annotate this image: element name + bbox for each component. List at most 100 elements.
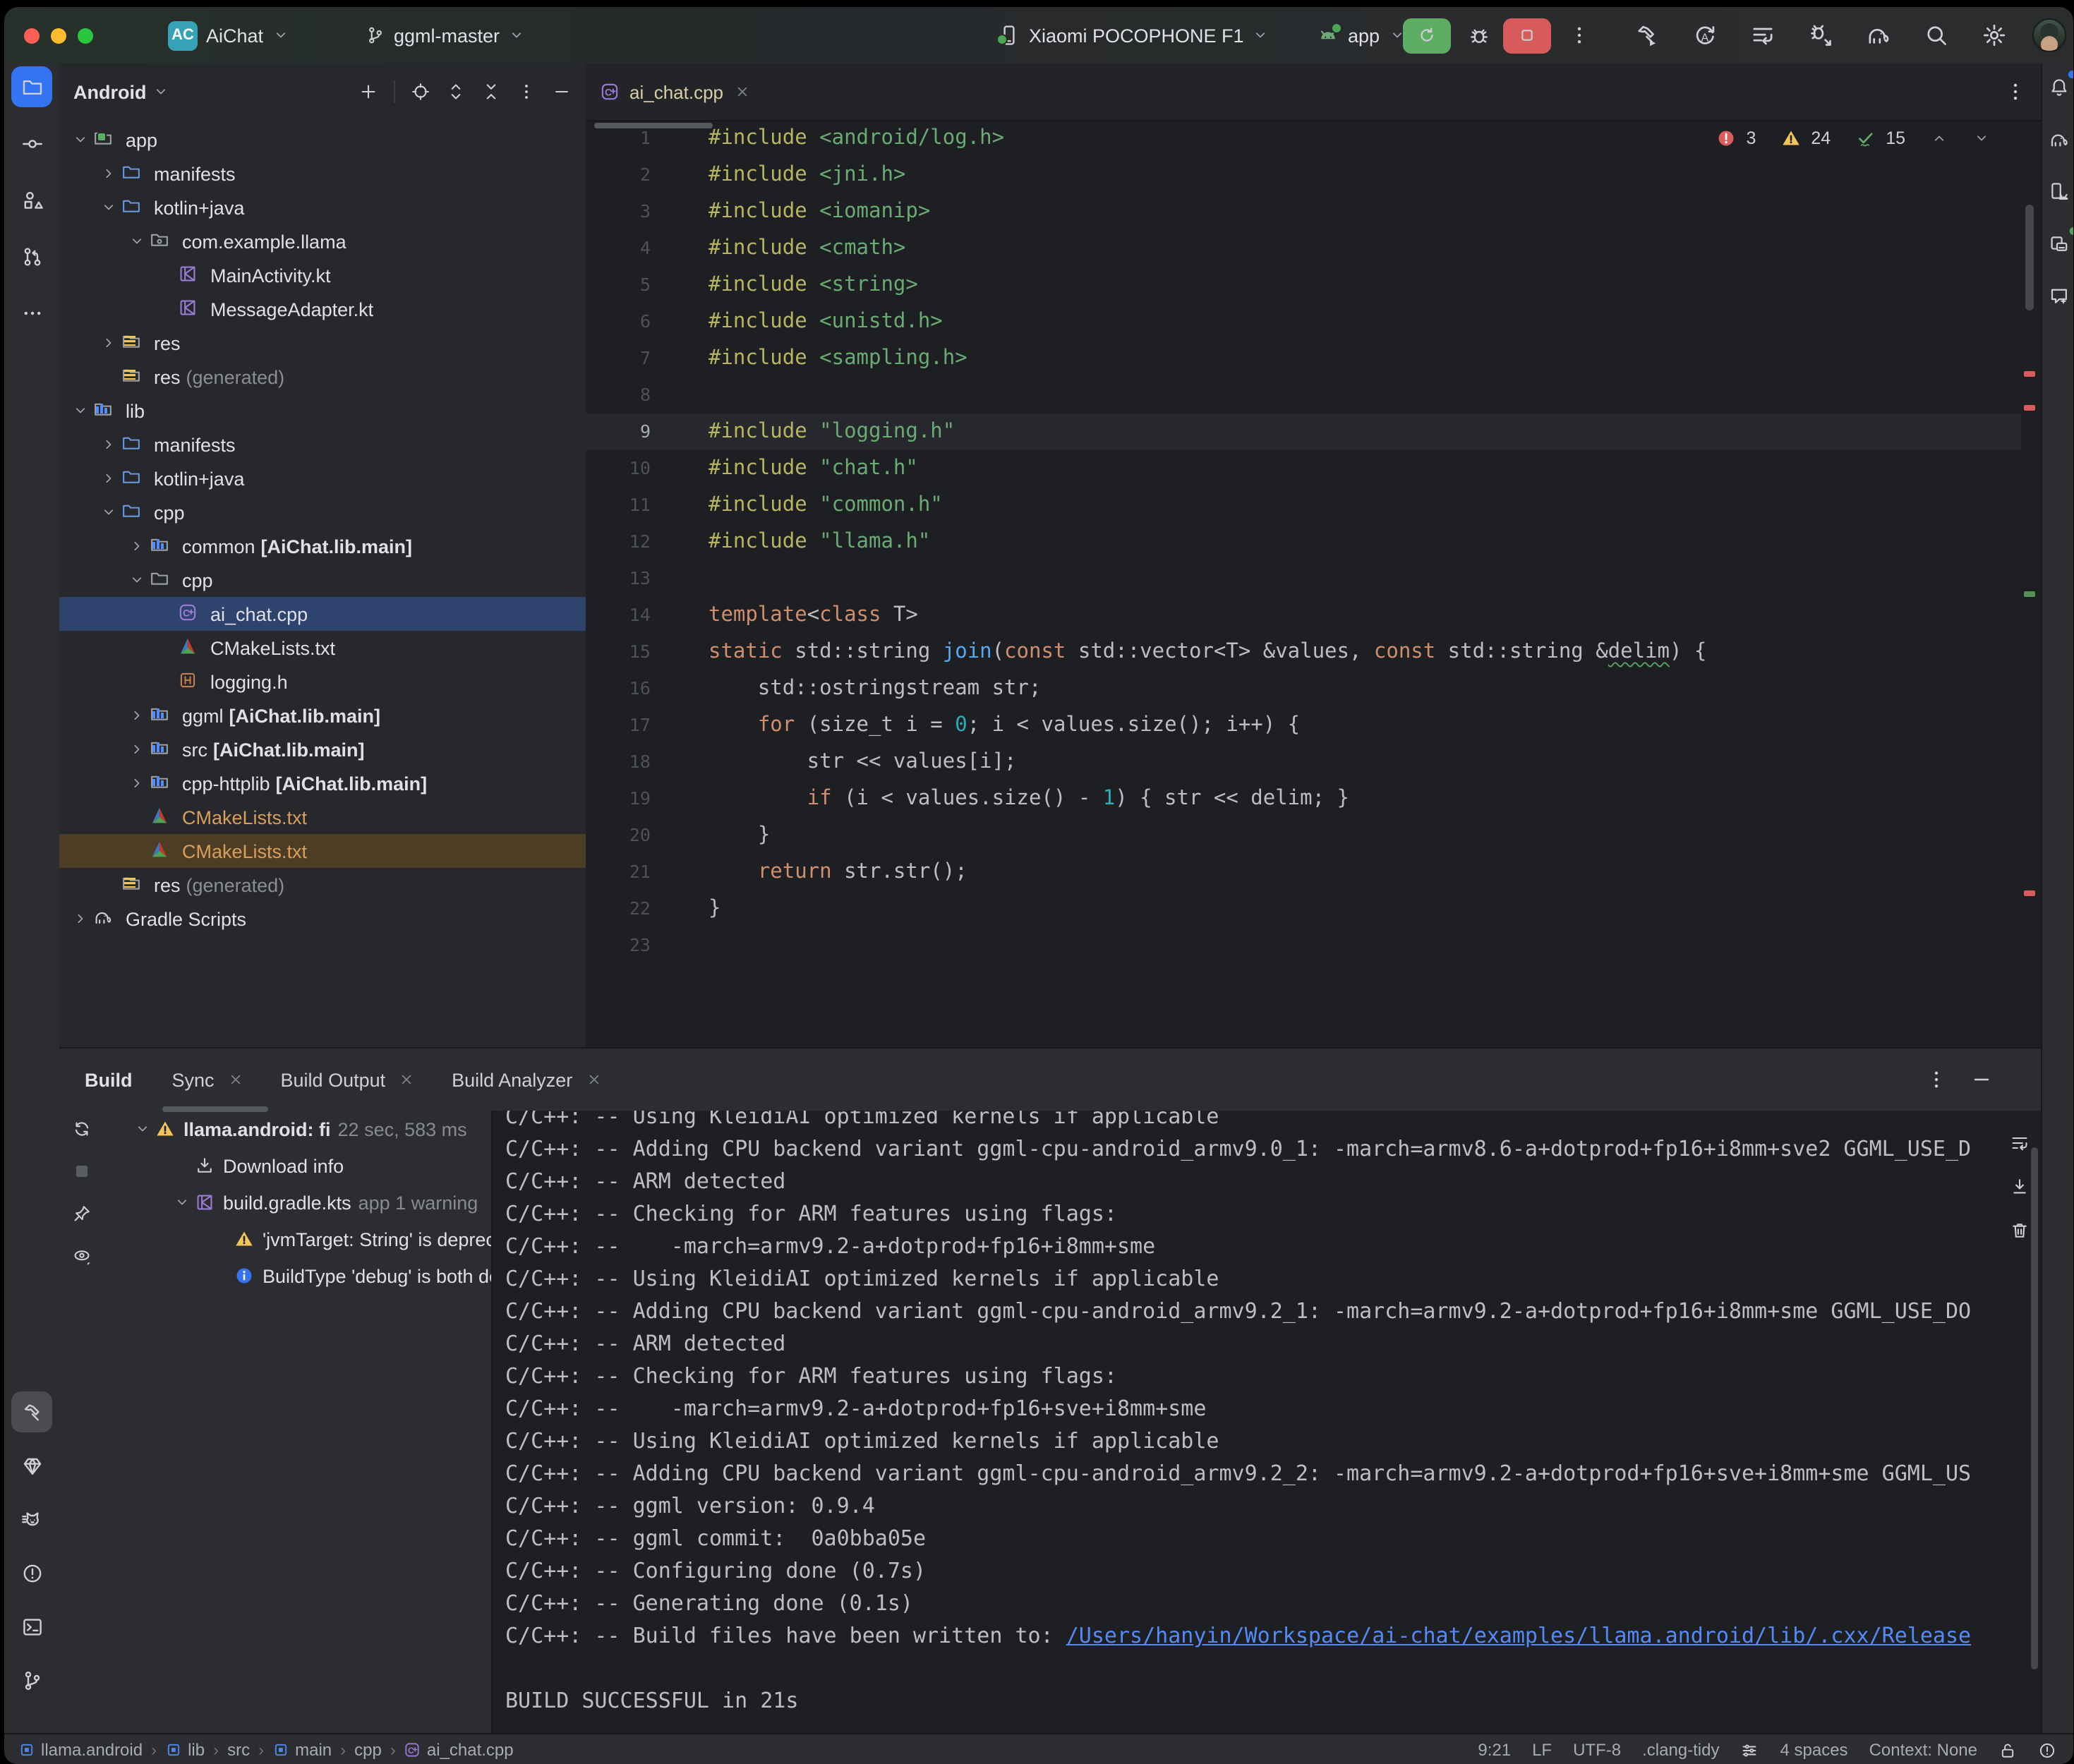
breadcrumb-item[interactable]: src [227,1740,250,1760]
run-configuration-selector[interactable]: app [1317,7,1405,64]
breadcrumb-item[interactable]: llama.android [18,1740,143,1760]
device-selector[interactable]: Xiaomi POCOPHONE F1 [998,7,1270,64]
tree-item[interactable]: com.example.llama [59,224,586,258]
add-icon[interactable] [358,82,378,102]
chevron-down-icon[interactable] [96,504,121,521]
chevron-right-icon[interactable] [68,910,93,927]
tree-item[interactable]: logging.h [59,665,586,699]
hide-icon[interactable] [552,82,572,102]
tree-item[interactable]: common [AiChat.lib.main] [59,529,586,563]
tree-item[interactable]: cpp-httplib [AiChat.lib.main] [59,766,586,800]
code-area[interactable]: 1#include <android/log.h>2#include <jni.… [586,120,2021,1047]
tree-item[interactable]: kotlin+java [59,191,586,224]
code-line[interactable]: 22} [586,890,2021,926]
device-manager-tool-button[interactable] [2039,172,2073,210]
terminal-tool-button[interactable] [11,1606,52,1647]
tree-item[interactable]: manifests [59,428,586,461]
breadcrumb-item[interactable]: cpp [354,1740,382,1760]
tree-item[interactable]: cpp [59,563,586,597]
code-line[interactable]: 12#include "llama.h" [586,523,2021,560]
tree-item[interactable]: app [59,123,586,157]
chevron-down-icon[interactable] [124,233,150,250]
code-line[interactable]: 18 str << values[i]; [586,743,2021,780]
chevron-right-icon[interactable] [124,775,150,792]
editor-scrollbar[interactable] [2021,120,2041,1047]
unlock-icon[interactable] [1998,1741,2017,1759]
close-window-button[interactable] [24,28,40,43]
code-line[interactable]: 7#include <sampling.h> [586,339,2021,376]
resource-manager-tool-button[interactable] [11,179,52,220]
code-line[interactable]: 2#include <jni.h> [586,156,2021,193]
profile-avatar[interactable] [2032,18,2066,52]
project-selector[interactable]: AC AiChat [168,7,289,64]
build-console[interactable]: C/C++: -- Using KleidiAI optimized kerne… [491,1111,2041,1734]
chevron-right-icon[interactable] [124,538,150,555]
file-encoding[interactable]: UTF-8 [1573,1740,1621,1760]
caret-position[interactable]: 9:21 [1478,1740,1511,1760]
minimize-window-button[interactable] [51,28,66,43]
apply-changes-button[interactable]: A [1685,16,1725,55]
close-tab-icon[interactable] [733,83,750,100]
build-tab[interactable]: Sync [172,1049,244,1111]
chevron-down-icon[interactable] [169,1194,195,1211]
build-tree-item[interactable]: 'jvmTarget: String' is deprec [110,1221,491,1257]
code-line[interactable]: 11#include "common.h" [586,486,2021,523]
collapse-all-icon[interactable] [481,82,501,102]
zoom-window-button[interactable] [78,28,93,43]
code-line[interactable]: 8 [586,376,2021,413]
tree-item[interactable]: CMakeLists.txt [59,834,586,868]
project-view-selector[interactable]: Android [73,81,147,102]
filter-eye-button[interactable] [64,1238,100,1274]
attach-debugger-button[interactable] [1801,16,1840,55]
search-button[interactable] [1917,16,1956,55]
chevron-right-icon[interactable] [124,741,150,758]
gradle-tool-button[interactable] [2039,120,2073,157]
close-tab-icon[interactable] [227,1071,244,1088]
breadcrumb-item[interactable]: main [272,1740,332,1760]
chevron-right-icon[interactable] [96,436,121,453]
chevron-right-icon[interactable] [96,334,121,351]
build-button[interactable] [1627,16,1667,55]
commit-tool-button[interactable] [11,123,52,164]
breadcrumb-item[interactable]: lib [165,1740,205,1760]
code-line[interactable]: 3#include <iomanip> [586,193,2021,229]
code-line[interactable]: 20 } [586,816,2021,853]
build-tree-item[interactable]: Download info [110,1147,491,1184]
scrollbar-thumb[interactable] [2025,205,2034,310]
chevron-right-icon[interactable] [96,165,121,182]
tree-item[interactable]: src [AiChat.lib.main] [59,732,586,766]
error-stripe-mark[interactable] [2024,890,2035,895]
tree-item[interactable]: kotlin+java [59,461,586,495]
error-stripe-mark[interactable] [2024,405,2035,410]
close-tab-icon[interactable] [585,1071,602,1088]
code-line[interactable]: 4#include <cmath> [586,229,2021,266]
code-line[interactable]: 23 [586,926,2021,963]
code-line[interactable]: 19 if (i < values.size() - 1) { str << d… [586,780,2021,816]
chevron-down-icon[interactable] [68,131,93,148]
vcs-branch-selector[interactable]: ggml-master [366,7,525,64]
soft-wrap-icon[interactable] [2010,1133,2030,1153]
code-line[interactable]: 16 std::ostringstream str; [586,670,2021,706]
code-line[interactable]: 1#include <android/log.h> [586,120,2021,156]
editor-tab[interactable]: C ai_chat.cpp [586,64,767,120]
tree-item[interactable]: CMakeLists.txt [59,800,586,834]
breadcrumb-item[interactable]: Cai_chat.cpp [404,1740,514,1760]
sync-gradle-button[interactable] [1859,16,1898,55]
code-line[interactable]: 14template<class T> [586,596,2021,633]
tree-item[interactable]: Gradle Scripts [59,902,586,936]
code-line[interactable]: 9#include "logging.h" [586,413,2021,449]
problems-tool-button[interactable] [11,1552,52,1593]
code-line[interactable]: 13 [586,560,2021,596]
build-output-link[interactable]: /Users/hanyin/Workspace/ai-chat/examples… [1066,1623,1971,1648]
tree-item[interactable]: ggml [AiChat.lib.main] [59,699,586,732]
chevron-right-icon[interactable] [96,470,121,487]
locate-icon[interactable] [411,82,430,102]
editor-options-icon[interactable] [2004,80,2027,103]
pin-button[interactable] [64,1195,100,1232]
analyzer-profile[interactable]: .clang-tidy [1642,1740,1719,1760]
tree-item[interactable]: MainActivity.kt [59,258,586,292]
line-ending[interactable]: LF [1532,1740,1552,1760]
settings-button[interactable] [1974,16,2014,55]
chevron-down-icon[interactable] [68,402,93,419]
clear-all-icon[interactable] [2010,1221,2030,1240]
